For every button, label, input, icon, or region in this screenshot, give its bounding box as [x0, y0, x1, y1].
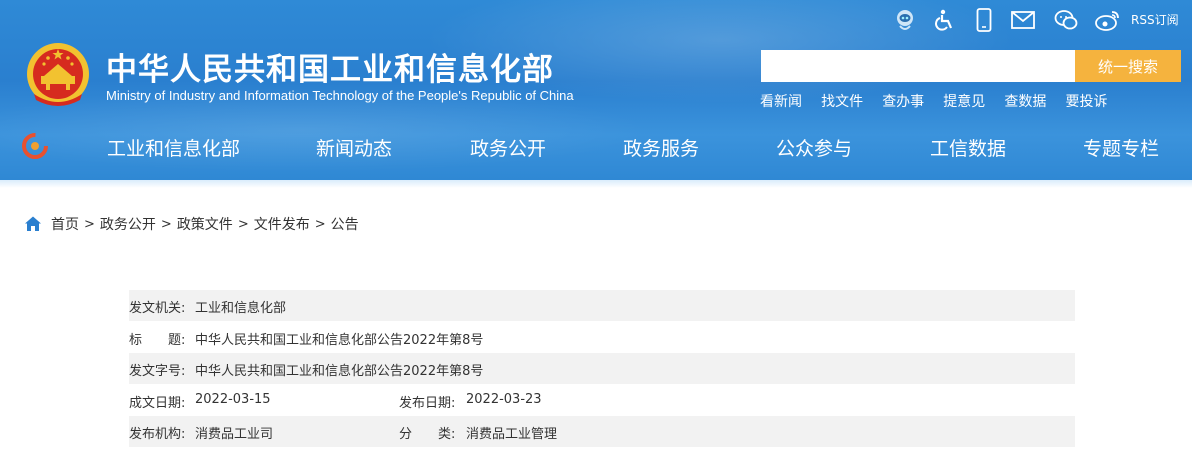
mobile-icon[interactable]	[971, 7, 997, 33]
title-value: 中华人民共和国工业和信息化部公告2022年第8号	[195, 332, 484, 348]
robot-icon[interactable]	[892, 7, 918, 33]
written-date-value: 2022-03-15	[195, 391, 271, 407]
breadcrumb-announcement[interactable]: 公告	[331, 214, 359, 234]
nav-item-topics[interactable]: 专题专栏	[1083, 134, 1159, 161]
search-input[interactable]	[761, 50, 1075, 82]
mail-icon[interactable]	[1010, 7, 1036, 33]
nav-item-public-participation[interactable]: 公众参与	[776, 134, 852, 161]
site-header: 中华人民共和国工业和信息化部 Ministry of Industry and …	[0, 0, 1192, 180]
quick-link-data[interactable]: 查数据	[1004, 91, 1046, 111]
breadcrumb: 首页 > 政务公开 > 政策文件 > 文件发布 > 公告	[24, 214, 359, 234]
issuer-value: 工业和信息化部	[195, 301, 287, 316]
breadcrumb-separator: >	[237, 216, 249, 232]
site-title-english: Ministry of Industry and Information Tec…	[106, 88, 574, 103]
nav-item-gov-affairs[interactable]: 政务公开	[470, 134, 546, 161]
info-row-org-category: 发布机构: 消费品工业司 分 类: 消费品工业管理	[129, 416, 1075, 447]
quick-link-complaint[interactable]: 要投诉	[1065, 91, 1107, 111]
doc-number-value: 中华人民共和国工业和信息化部公告2022年第8号	[195, 364, 484, 379]
org-value: 消费品工业司	[195, 427, 274, 442]
quick-link-documents[interactable]: 找文件	[821, 91, 863, 111]
publish-date-value: 2022-03-23	[466, 391, 542, 407]
national-emblem-icon[interactable]	[24, 40, 92, 108]
header-divider	[0, 180, 1192, 188]
info-row-issuer: 发文机关: 工业和信息化部	[129, 290, 1075, 321]
nav-item-data[interactable]: 工信数据	[930, 134, 1006, 161]
breadcrumb-doc-release[interactable]: 文件发布	[254, 214, 310, 234]
category-value: 消费品工业管理	[466, 427, 558, 442]
written-date-label: 成文日期:	[129, 395, 186, 411]
weibo-icon[interactable]	[1095, 7, 1121, 33]
breadcrumb-gov-affairs[interactable]: 政务公开	[100, 214, 156, 234]
org-label: 发布机构:	[129, 427, 186, 442]
doc-number-label: 发文字号:	[129, 364, 186, 379]
quick-links: 看新闻 找文件 查办事 提意见 查数据 要投诉	[760, 91, 1121, 111]
title-label: 标 题:	[129, 332, 186, 348]
quick-link-services[interactable]: 查办事	[882, 91, 924, 111]
category-label: 分 类:	[399, 427, 456, 442]
breadcrumb-separator: >	[84, 216, 95, 232]
breadcrumb-separator: >	[314, 216, 326, 232]
breadcrumb-policy-docs[interactable]: 政策文件	[177, 214, 233, 234]
document-info-table: 发文机关: 工业和信息化部 标 题: 中华人民共和国工业和信息化部公告2022年…	[129, 290, 1075, 448]
rss-subscribe-link[interactable]: RSS订阅	[1131, 11, 1179, 28]
quick-link-feedback[interactable]: 提意见	[943, 91, 985, 111]
info-row-title: 标 题: 中华人民共和国工业和信息化部公告2022年第8号	[129, 322, 1075, 353]
wechat-icon[interactable]	[1053, 7, 1079, 33]
home-icon[interactable]	[24, 215, 42, 233]
nav-item-news[interactable]: 新闻动态	[316, 134, 392, 161]
info-row-doc-number: 发文字号: 中华人民共和国工业和信息化部公告2022年第8号	[129, 353, 1075, 384]
nav-item-gov-services[interactable]: 政务服务	[623, 134, 699, 161]
nav-item-ministry[interactable]: 工业和信息化部	[107, 134, 240, 161]
info-row-dates: 成文日期: 2022-03-15 发布日期: 2022-03-23	[129, 385, 1075, 416]
search-button[interactable]: 统一搜索	[1075, 50, 1181, 82]
breadcrumb-home[interactable]: 首页	[51, 214, 79, 234]
miit-logo-icon[interactable]	[22, 133, 48, 159]
site-title[interactable]: 中华人民共和国工业和信息化部	[106, 44, 554, 89]
issuer-label: 发文机关:	[129, 301, 186, 316]
accessibility-icon[interactable]	[932, 7, 958, 33]
breadcrumb-separator: >	[160, 216, 172, 232]
quick-link-news[interactable]: 看新闻	[760, 91, 802, 111]
publish-date-label: 发布日期:	[399, 395, 456, 411]
